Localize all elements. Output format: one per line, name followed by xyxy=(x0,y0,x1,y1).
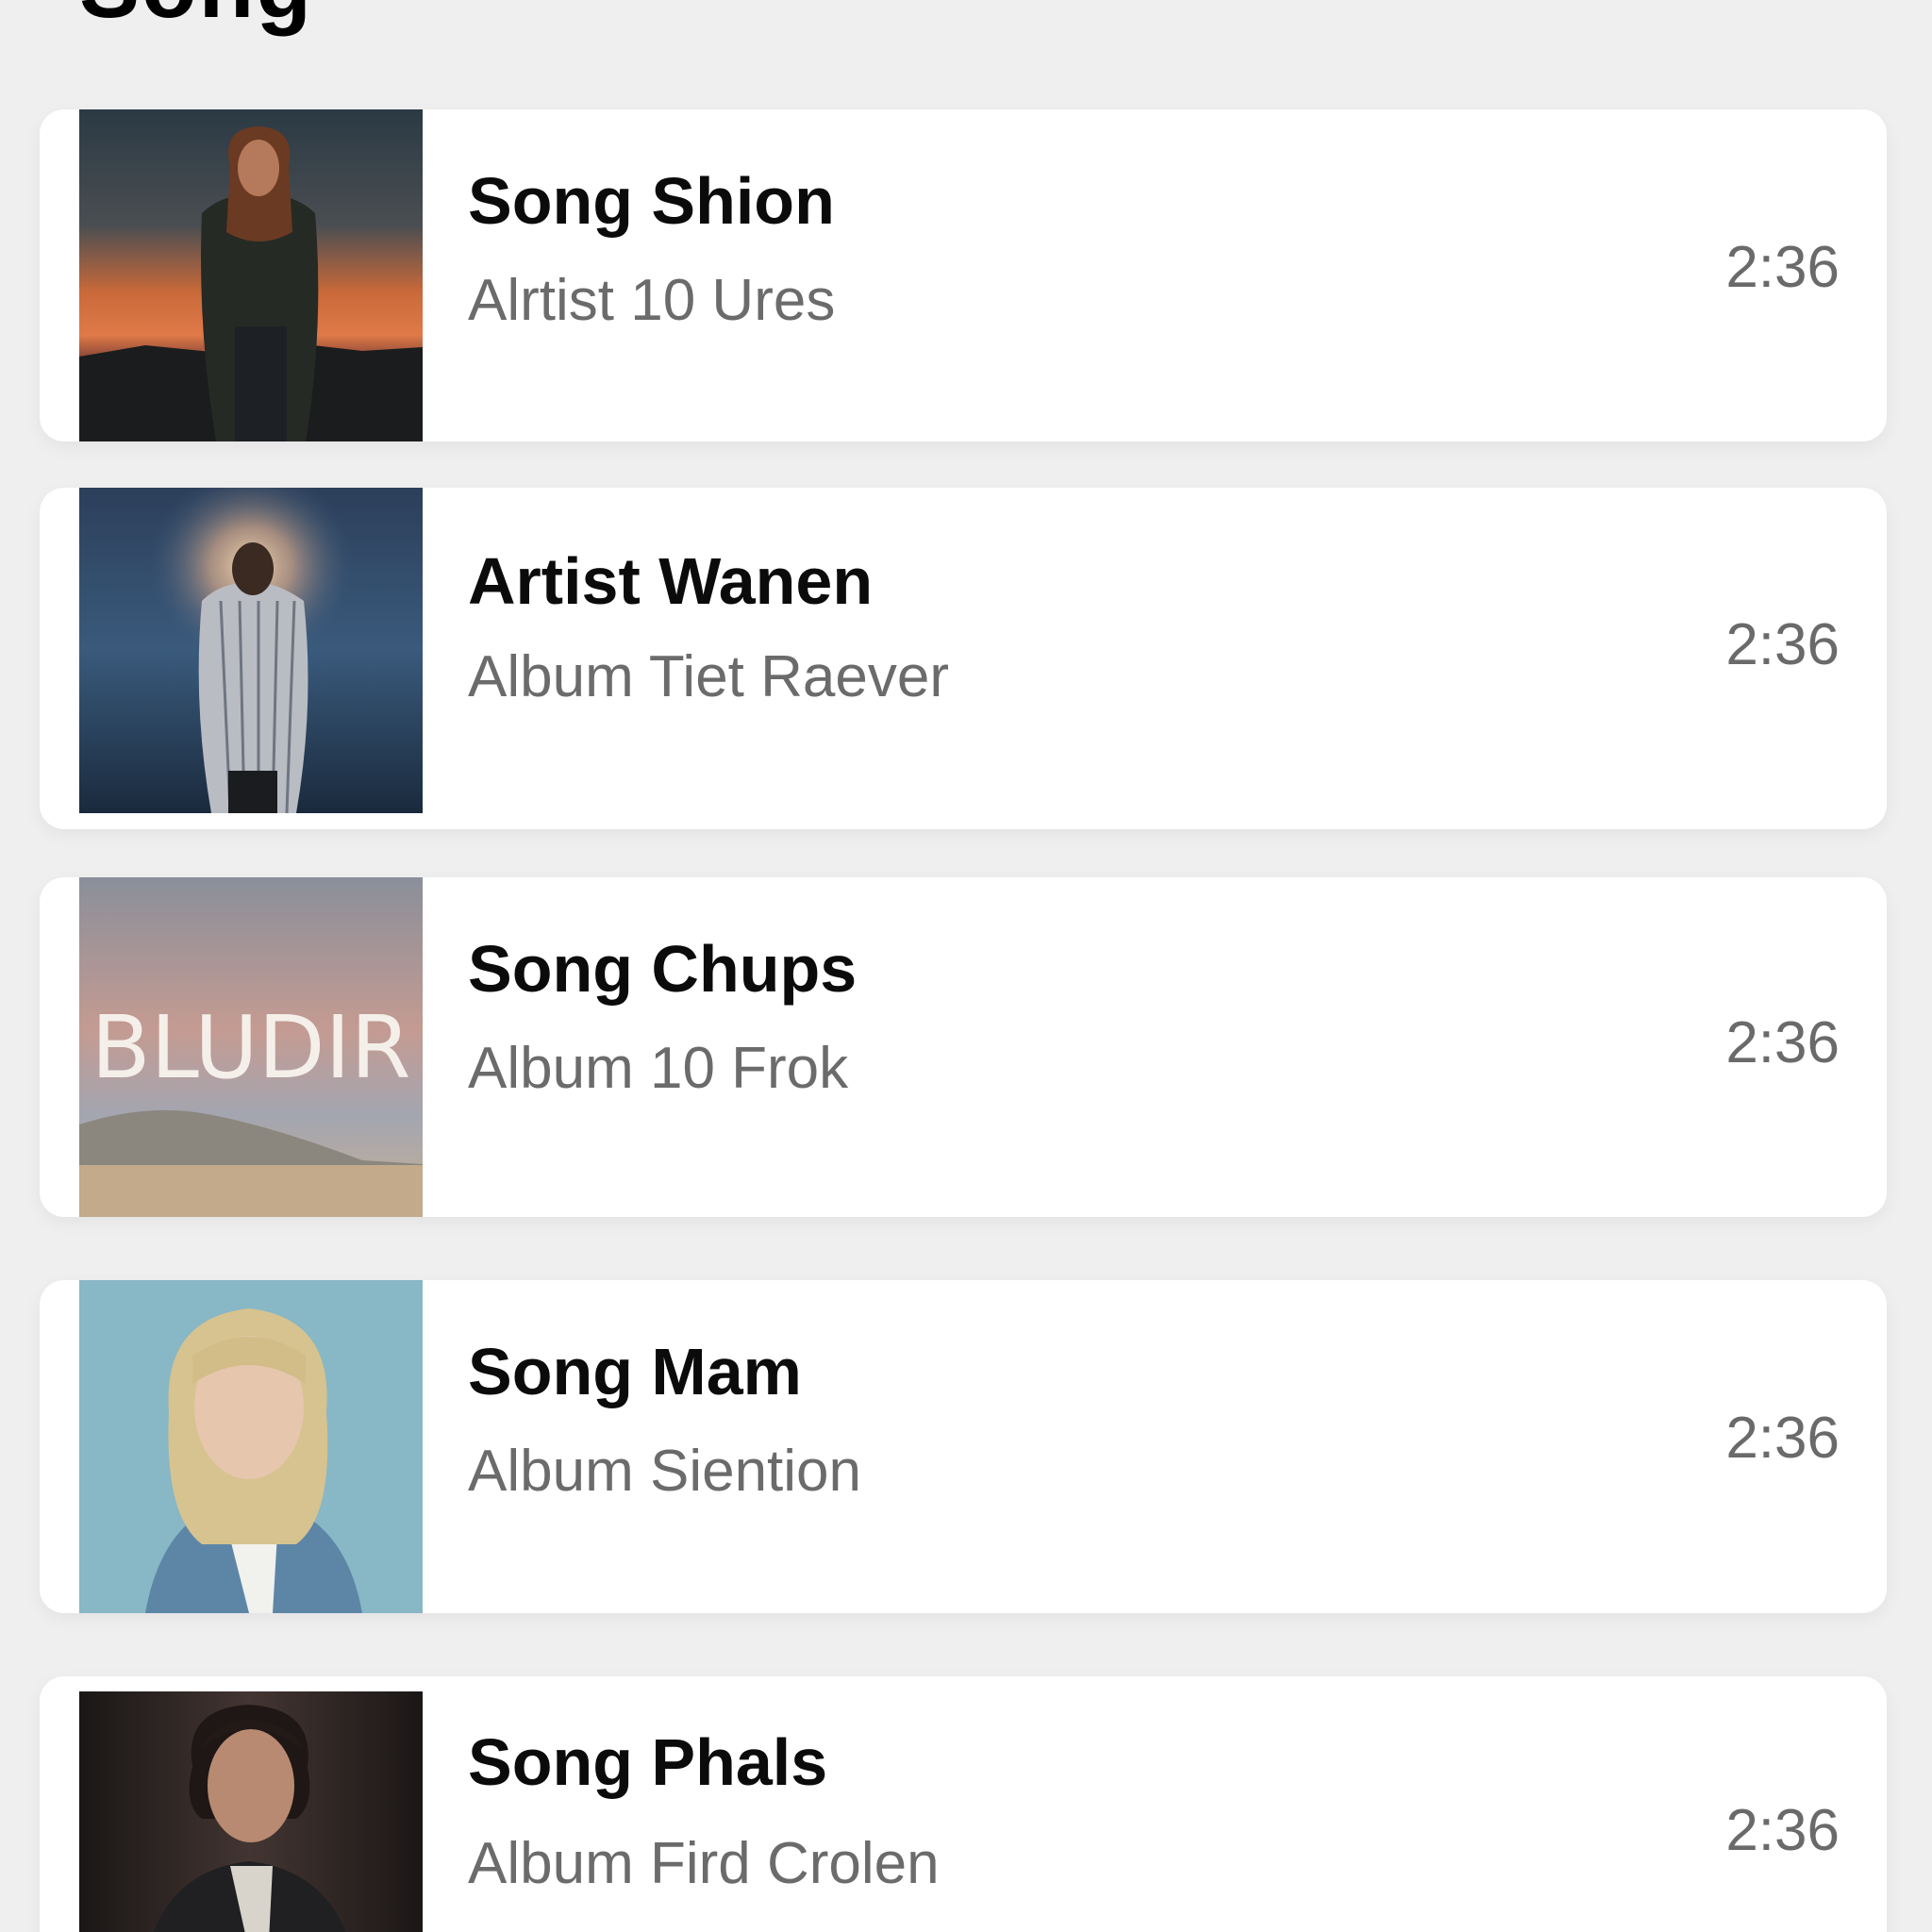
song-title: Song Mam xyxy=(468,1335,802,1408)
song-subtitle: Alrtist 10 Ures xyxy=(468,268,836,333)
portrait-long-hair-sunset-artwork xyxy=(79,109,423,441)
song-list-screen: Song Shion Alrtist 10 Ures 2:36 Artist W… xyxy=(0,0,1932,1932)
song-title: Song Chups xyxy=(468,932,858,1006)
song-list: Song Shion Alrtist 10 Ures 2:36 Artist W… xyxy=(0,0,1932,1932)
portrait-blonde-denim-artwork xyxy=(79,1280,423,1613)
song-duration: 2:36 xyxy=(1725,1406,1840,1471)
song-row-4[interactable]: Song Mam Album Siention 2:36 xyxy=(40,1280,1887,1613)
song-duration: 2:36 xyxy=(1725,235,1840,300)
song-duration: 2:36 xyxy=(1725,612,1840,677)
song-duration: 2:36 xyxy=(1725,1798,1840,1863)
song-title: Song Phals xyxy=(468,1725,828,1799)
song-subtitle: Album Tiet Raever xyxy=(468,644,949,709)
artwork-title-text: BLUDIR xyxy=(91,997,410,1098)
song-row-2[interactable]: Artist Wanen Album Tiet Raever 2:36 xyxy=(40,488,1887,829)
bludir-desert-artwork: BLUDIR xyxy=(79,877,423,1217)
song-title: Artist Wanen xyxy=(468,544,874,618)
song-row-3[interactable]: BLUDIR Song Chups Album 10 Frok 2:36 xyxy=(40,877,1887,1217)
song-row-5[interactable]: Song Phals Album Fird Crolen 2:36 xyxy=(40,1676,1887,1932)
portrait-curly-hair-suit-artwork xyxy=(79,1691,423,1932)
song-subtitle: Album 10 Frok xyxy=(468,1036,849,1101)
song-subtitle: Album Siention xyxy=(468,1439,862,1504)
song-row-1[interactable]: Song Shion Alrtist 10 Ures 2:36 xyxy=(40,109,1887,441)
song-title: Song Shion xyxy=(468,164,835,238)
portrait-halo-sea-artwork xyxy=(79,488,423,813)
song-duration: 2:36 xyxy=(1725,1010,1840,1075)
song-subtitle: Album Fird Crolen xyxy=(468,1831,940,1896)
